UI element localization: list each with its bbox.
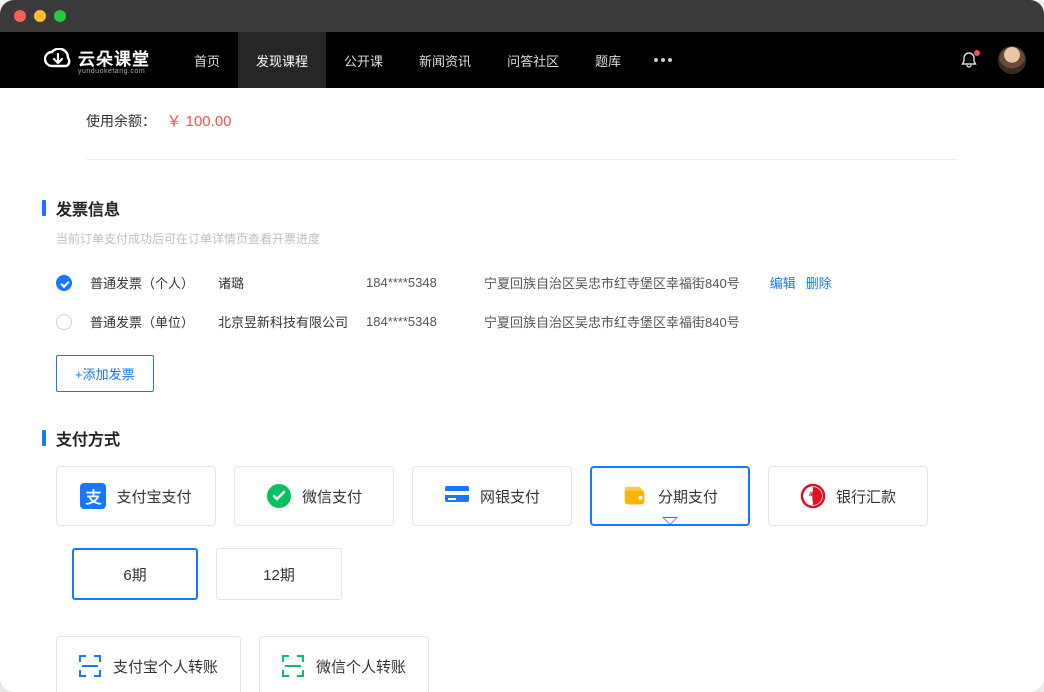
window-maximize-icon[interactable]: [54, 10, 66, 22]
payment-title: 支付方式: [56, 426, 120, 450]
invoice-name: 诸璐: [218, 273, 348, 292]
pay-method-bank[interactable]: 网银支付: [412, 466, 572, 526]
transfer-alipay-tr[interactable]: 支付宝个人转账: [56, 636, 241, 692]
brand-name: 云朵课堂: [78, 50, 150, 69]
wechat-icon: [266, 483, 292, 509]
pay-method-label: 支付宝支付: [116, 486, 191, 507]
installment-period-list: 6期 12期: [72, 548, 1002, 600]
invoice-address: 宁夏回族自治区吴忠市红寺堡区幸福街840号: [484, 312, 740, 331]
invoice-list: 普通发票（个人） 诸璐 184****5348 宁夏回族自治区吴忠市红寺堡区幸福街84…: [42, 263, 1002, 341]
invoice-section-head: 发票信息: [42, 196, 1002, 220]
nav-item[interactable]: 题库: [577, 32, 639, 88]
pay-method-remit[interactable]: 银行汇款: [768, 466, 928, 526]
transfer-label: 微信个人转账: [316, 656, 406, 677]
section-bar-icon: [42, 430, 46, 446]
add-invoice-button[interactable]: +添加发票: [56, 355, 154, 392]
payment-section-head: 支付方式: [42, 426, 1002, 450]
pay-method-wechat[interactable]: 微信支付: [234, 466, 394, 526]
balance-label: 使用余额：: [86, 113, 156, 129]
invoice-op-link[interactable]: 编辑: [770, 273, 796, 292]
topbar: 云朵课堂 yunduoketang.com 首页发现课程公开课新闻资讯问答社区题…: [0, 32, 1044, 88]
cloud-logo-icon: [44, 48, 72, 72]
transfer-label: 支付宝个人转账: [113, 656, 218, 677]
pay-method-label: 分期支付: [658, 486, 718, 507]
section-bar-icon: [42, 200, 46, 216]
brand-domain: yunduoketang.com: [78, 68, 150, 75]
remit-icon: [800, 483, 826, 509]
installment-period[interactable]: 12期: [216, 548, 342, 600]
pay-method-label: 银行汇款: [836, 486, 896, 507]
invoice-type: 普通发票（单位）: [90, 312, 200, 331]
notification-dot-icon: [974, 50, 980, 56]
window-close-icon[interactable]: [14, 10, 26, 22]
pay-method-alipay[interactable]: 支支付宝支付: [56, 466, 216, 526]
bank-icon: [444, 483, 470, 509]
nav-item[interactable]: 问答社区: [489, 32, 577, 88]
personal-transfer-list: 支付宝个人转账 微信个人转账: [56, 636, 1002, 692]
alipay-icon: 支: [80, 483, 106, 509]
invoice-name: 北京昱新科技有限公司: [218, 312, 348, 331]
invoice-phone: 184****5348: [366, 275, 466, 290]
payment-method-list: 支支付宝支付 微信支付 网银支付 分期支付 银行汇款: [56, 466, 1002, 526]
pay-method-install[interactable]: 分期支付: [590, 466, 750, 526]
nav-more-icon[interactable]: [643, 58, 683, 62]
nav-item[interactable]: 新闻资讯: [401, 32, 489, 88]
nav-item[interactable]: 发现课程: [238, 32, 326, 88]
balance-box: 使用余额： ￥ 100.00: [86, 110, 958, 160]
install-icon: [622, 483, 648, 509]
invoice-phone: 184****5348: [366, 314, 466, 329]
invoice-type: 普通发票（个人）: [90, 273, 200, 292]
notification-bell-icon[interactable]: [960, 51, 978, 69]
radio-icon[interactable]: [56, 275, 72, 291]
invoice-title: 发票信息: [56, 196, 120, 220]
invoice-row[interactable]: 普通发票（个人） 诸璐 184****5348 宁夏回族自治区吴忠市红寺堡区幸福街84…: [42, 263, 1002, 302]
window-minimize-icon[interactable]: [34, 10, 46, 22]
page-content: 使用余额： ￥ 100.00 发票信息 当前订单支付成功后可在订单详情页查看开票…: [0, 88, 1044, 692]
user-avatar[interactable]: [998, 46, 1026, 74]
app-window: 云朵课堂 yunduoketang.com 首页发现课程公开课新闻资讯问答社区题…: [0, 0, 1044, 692]
installment-period[interactable]: 6期: [72, 548, 198, 600]
nav-item[interactable]: 公开课: [326, 32, 401, 88]
scan-icon: [79, 655, 101, 677]
radio-icon[interactable]: [56, 314, 72, 330]
invoice-subtitle: 当前订单支付成功后可在订单详情页查看开票进度: [56, 230, 1002, 247]
invoice-row[interactable]: 普通发票（单位） 北京昱新科技有限公司 184****5348 宁夏回族自治区吴忠市红…: [42, 302, 1002, 341]
pay-method-label: 网银支付: [480, 486, 540, 507]
invoice-op-link[interactable]: 删除: [806, 273, 832, 292]
invoice-ops: 编辑删除: [770, 273, 832, 292]
brand-logo[interactable]: 云朵课堂 yunduoketang.com: [44, 45, 150, 75]
invoice-address: 宁夏回族自治区吴忠市红寺堡区幸福街840号: [484, 273, 740, 292]
scan-icon: [282, 655, 304, 677]
main-nav: 首页发现课程公开课新闻资讯问答社区题库: [176, 32, 639, 88]
balance-value: ￥ 100.00: [166, 113, 231, 130]
window-titlebar: [0, 0, 1044, 32]
pay-method-label: 微信支付: [302, 486, 362, 507]
transfer-wechat-tr[interactable]: 微信个人转账: [259, 636, 429, 692]
nav-item[interactable]: 首页: [176, 32, 238, 88]
